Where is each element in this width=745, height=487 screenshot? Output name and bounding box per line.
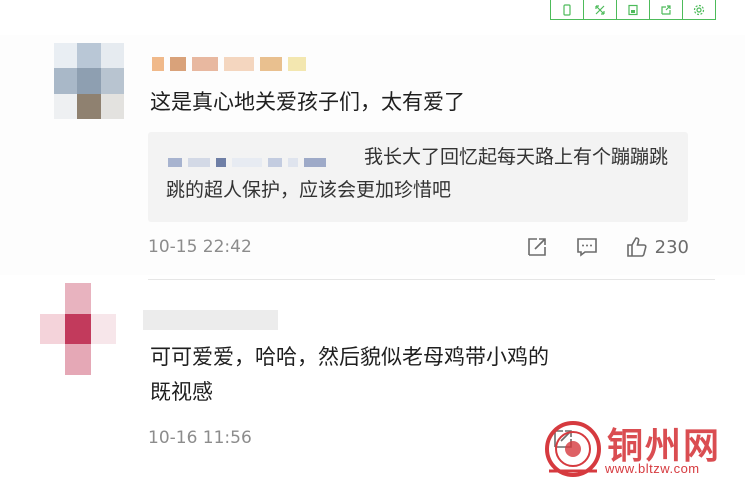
phone-icon[interactable] <box>551 0 584 19</box>
comment-text: 可可爱爱，哈哈，然后貌似老母鸡带小鸡的 既视感 <box>150 340 549 410</box>
share-icon <box>527 238 546 256</box>
comment-text-line: 可可爱爱，哈哈，然后貌似老母鸡带小鸡的 <box>150 345 549 369</box>
settings-icon[interactable] <box>683 0 715 19</box>
comment-text: 这是真心地关爱孩子们，太有爱了 <box>150 90 465 114</box>
watermark-url: www.bltzw.com <box>605 461 700 476</box>
comment-actions: 230 <box>525 235 689 259</box>
reply-quote-text: 我长大了回忆起每天路上有个蹦蹦跳跳的超人保护，应该会更加珍惜吧 <box>166 146 669 201</box>
site-watermark: 铜州网 www.bltzw.com <box>543 417 738 483</box>
avatar[interactable] <box>54 43 124 119</box>
comment-item: 这是真心地关爱孩子们，太有爱了 我长大了回忆起每天路上有个蹦蹦跳跳的超人保护，应… <box>0 35 745 280</box>
reply-quote[interactable]: 我长大了回忆起每天路上有个蹦蹦跳跳的超人保护，应该会更加珍惜吧 <box>148 132 688 222</box>
seal-logo-icon <box>545 421 601 477</box>
expand-icon[interactable] <box>584 0 617 19</box>
like-button[interactable]: 230 <box>625 235 689 259</box>
image-toolbar <box>550 0 716 20</box>
comment-icon <box>576 238 597 257</box>
comment-text-line: 既视感 <box>150 380 213 404</box>
thumbs-up-icon <box>626 237 647 257</box>
username-blurred[interactable] <box>152 57 306 71</box>
comment-button[interactable] <box>575 235 599 259</box>
comment-timestamp: 10-15 22:42 <box>148 237 252 257</box>
share-icon[interactable] <box>650 0 683 19</box>
like-count: 230 <box>654 236 689 258</box>
share-button[interactable] <box>525 235 549 259</box>
avatar[interactable] <box>40 283 116 375</box>
comment-timestamp: 10-16 11:56 <box>148 428 252 448</box>
username-blurred[interactable] <box>143 310 278 330</box>
save-icon[interactable] <box>617 0 650 19</box>
